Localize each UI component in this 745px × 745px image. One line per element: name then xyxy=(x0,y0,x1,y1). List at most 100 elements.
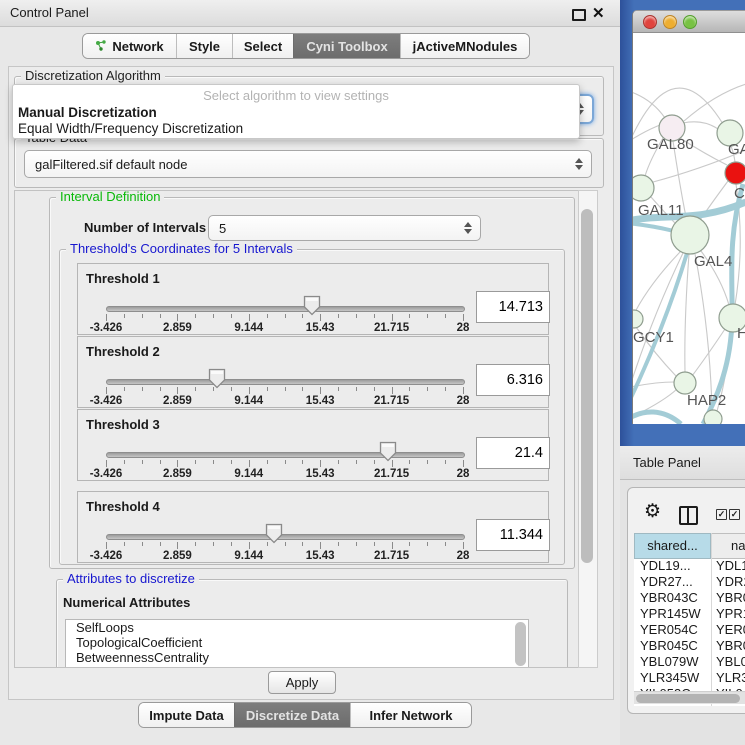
slider-tick xyxy=(106,314,107,321)
slider-tick xyxy=(427,460,428,464)
split-columns-icon[interactable] xyxy=(679,506,698,525)
threshold-value-field[interactable] xyxy=(476,519,550,551)
slider-thumb[interactable] xyxy=(379,441,397,462)
table-hscrollbar-thumb[interactable] xyxy=(636,694,740,703)
slider-thumb[interactable] xyxy=(265,523,283,544)
slider-tick xyxy=(285,387,286,391)
attributes-list[interactable]: SelfLoopsTopologicalCoefficientBetweenne… xyxy=(65,619,529,668)
network-window-titlebar[interactable] xyxy=(633,11,745,33)
slider-tick xyxy=(392,314,393,321)
network-node[interactable] xyxy=(633,310,643,328)
tab-cyni-toolbox[interactable]: Cyni Toolbox xyxy=(293,34,400,58)
network-node[interactable] xyxy=(633,175,654,201)
tab-label: Infer Network xyxy=(369,708,452,723)
table-row[interactable]: YDL19...YDL1 xyxy=(634,558,745,574)
slider-tick xyxy=(320,542,321,549)
slider-tick-label: 28 xyxy=(457,468,470,480)
slider-tick-label: 28 xyxy=(457,550,470,562)
close-icon[interactable]: ✕ xyxy=(592,4,605,22)
network-canvas[interactable]: GAL80GACGAL11GAL4GCY1HHAP2 xyxy=(633,32,745,424)
network-node[interactable] xyxy=(674,372,696,394)
slider-track[interactable] xyxy=(106,379,465,385)
slider-tick xyxy=(195,314,196,318)
algorithm-option[interactable]: Manual Discretization xyxy=(13,105,579,121)
table-row[interactable]: YPR145WYPR1 xyxy=(634,606,745,622)
slider-tick-label: 21.715 xyxy=(374,322,409,334)
slider-tick xyxy=(231,314,232,318)
slider-tick xyxy=(249,314,250,321)
attributes-scrollbar-thumb[interactable] xyxy=(515,622,526,666)
slider-tick xyxy=(356,314,357,318)
threshold-panel: Threshold 3-3.4262.8599.14415.4321.71528 xyxy=(77,409,549,481)
slider-tick xyxy=(302,387,303,391)
column-header-shared-name[interactable]: shared... xyxy=(634,533,711,559)
network-node[interactable] xyxy=(671,216,709,254)
network-edge xyxy=(692,329,725,376)
threshold-value-field[interactable] xyxy=(476,437,550,469)
threshold-value-field[interactable] xyxy=(476,291,550,323)
table-row[interactable]: YDR27...YDR2 xyxy=(634,574,745,590)
checkbox-checked-icon[interactable]: ✓ xyxy=(729,509,740,520)
slider-tick-label: 9.144 xyxy=(234,468,263,480)
apply-button[interactable]: Apply xyxy=(268,671,336,694)
attribute-list-item[interactable]: TopologicalCoefficient xyxy=(66,635,528,650)
table-row[interactable]: YER054CYER0 xyxy=(634,622,745,638)
bottom-tab-infer-network[interactable]: Infer Network xyxy=(350,703,471,727)
slider-tick-label: 15.43 xyxy=(306,322,335,334)
bottom-tab-discretize-data[interactable]: Discretize Data xyxy=(234,703,350,727)
slider-thumb[interactable] xyxy=(208,368,226,389)
slider-tick xyxy=(338,314,339,318)
zoom-traffic-light[interactable] xyxy=(683,15,697,29)
slider-tick xyxy=(285,314,286,318)
slider-tick-label: 9.144 xyxy=(234,395,263,407)
slider-tick xyxy=(427,542,428,546)
network-node-label: GAL11 xyxy=(638,202,684,219)
table-row[interactable]: YBR043CYBR0 xyxy=(634,590,745,606)
cell-shared-name: YER054C xyxy=(640,622,698,638)
thresholds-group-label: Threshold's Coordinates for 5 Intervals xyxy=(66,242,297,256)
tab-style[interactable]: Style xyxy=(176,34,232,58)
threshold-panel: Threshold 1-3.4262.8599.14415.4321.71528 xyxy=(77,263,549,335)
tab-jactivemnodules[interactable]: jActiveMNodules xyxy=(400,34,529,58)
table-hscrollbar[interactable] xyxy=(634,691,745,704)
slider-tick xyxy=(356,542,357,546)
close-traffic-light[interactable] xyxy=(643,15,657,29)
table-row[interactable]: YLR345WYLR3 xyxy=(634,670,745,686)
table-row[interactable]: YBL079WYBL0 xyxy=(634,654,745,670)
threshold-value-field[interactable] xyxy=(476,364,550,396)
table-data-combobox[interactable]: galFiltered.sif default node xyxy=(24,150,592,178)
threshold-panel: Threshold 4-3.4262.8599.14415.4321.71528 xyxy=(77,491,549,563)
network-node-label: GCY1 xyxy=(633,329,674,346)
slider-track[interactable] xyxy=(106,452,465,458)
cell-shared-name: YDL19... xyxy=(640,558,691,574)
tab-select[interactable]: Select xyxy=(232,34,293,58)
slider-tick xyxy=(231,460,232,464)
slider-tick xyxy=(142,460,143,464)
column-header-name[interactable]: na xyxy=(711,533,745,559)
slider-tick xyxy=(213,542,214,546)
num-intervals-combobox[interactable]: 5 xyxy=(208,215,481,241)
bottom-tab-impute-data[interactable]: Impute Data xyxy=(139,703,234,727)
slider-thumb[interactable] xyxy=(303,295,321,316)
checkbox-checked-icon[interactable]: ✓ xyxy=(716,509,727,520)
tab-network[interactable]: Network xyxy=(83,34,176,58)
attribute-list-item[interactable]: SelfLoops xyxy=(66,620,528,635)
algorithm-option[interactable]: Equal Width/Frequency Discretization xyxy=(13,121,579,137)
slider-tick xyxy=(463,314,464,321)
minimize-traffic-light[interactable] xyxy=(663,15,677,29)
main-scrollbar[interactable] xyxy=(578,190,598,668)
network-node[interactable] xyxy=(704,410,722,424)
main-scrollbar-thumb[interactable] xyxy=(581,209,593,563)
settings-gear-icon[interactable]: ⚙ xyxy=(644,502,661,521)
table-row[interactable]: YBR045CYBR0 xyxy=(634,638,745,654)
slider-tick xyxy=(213,314,214,318)
float-window-icon[interactable] xyxy=(572,9,586,21)
control-panel-title: Control Panel xyxy=(10,0,89,26)
attribute-list-item[interactable]: BetweennessCentrality xyxy=(66,650,528,665)
network-node[interactable] xyxy=(725,162,745,184)
slider-track[interactable] xyxy=(106,306,465,312)
slider-tick xyxy=(267,387,268,391)
network-node-label: GAL80 xyxy=(647,136,694,153)
slider-track[interactable] xyxy=(106,534,465,540)
slider-tick-label: 28 xyxy=(457,395,470,407)
